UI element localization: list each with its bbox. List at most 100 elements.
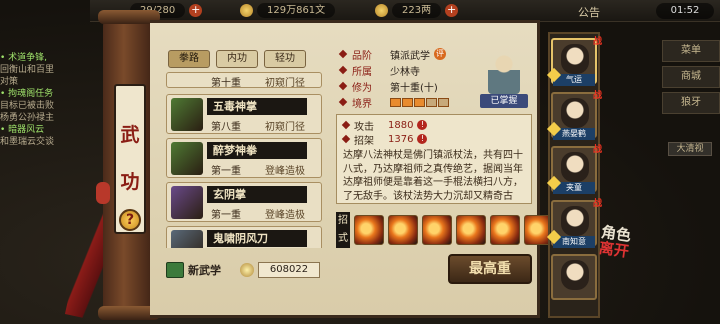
skill-name: 五毒神掌 bbox=[207, 98, 307, 115]
skill-realm: 初窥门径 bbox=[265, 122, 305, 133]
new-skill-label: 新武学 bbox=[188, 264, 221, 277]
school-value: 少林寺 bbox=[390, 66, 420, 78]
alert-icon[interactable]: ! bbox=[417, 120, 428, 130]
realm-segment bbox=[402, 97, 413, 107]
skill-realm: 登峰造极 bbox=[265, 210, 305, 221]
skill-description: 达摩八法神杖是佛门镇派杖法，共有四十八式，乃达摩祖师之真传绝艺，据闻当年达摩祖师… bbox=[343, 150, 523, 202]
move-icon[interactable] bbox=[422, 215, 452, 245]
battle-tag: 战 bbox=[592, 37, 602, 47]
character-face bbox=[561, 260, 589, 290]
diamond-icon bbox=[341, 134, 351, 144]
points-value: 608022 bbox=[258, 262, 320, 278]
character-avatar[interactable]: 夹童战 bbox=[546, 145, 602, 194]
skill-row[interactable]: 第十重 初窥门径 bbox=[166, 72, 322, 89]
quest-detail: 和墨瑞云交谈 bbox=[0, 137, 55, 147]
skill-row[interactable]: 五毒神掌第八重 初窥门径 bbox=[166, 94, 322, 134]
quest-heading[interactable]: • 拘魂阁任务 bbox=[0, 88, 92, 100]
skill-name: 玄阴掌 bbox=[207, 186, 307, 203]
battle-tag: 战 bbox=[592, 91, 602, 101]
stats-box: 攻击 1880! 招架 1376! 达摩八法神杖是佛门镇派杖法，共有四十八式，乃达摩祖… bbox=[336, 114, 532, 204]
silver-value: 223两 bbox=[392, 3, 442, 18]
moves-label: 招式 bbox=[336, 212, 350, 248]
skill-book-icon bbox=[171, 186, 203, 219]
stats-list: 攻击 1880! 招架 1376! bbox=[341, 118, 525, 147]
character-roster: 气运战燕晏鹤战夹童战南知意战 bbox=[546, 32, 602, 318]
realm-meter bbox=[390, 97, 449, 107]
skill-list[interactable]: 第十重 初窥门径 五毒神掌 第八重 初窥门径 醉梦神拳 第一重 登峰造极 玄阴掌 第一重 登峰造极鬼… bbox=[166, 72, 322, 248]
move-icon[interactable] bbox=[456, 215, 486, 245]
school-key: 所属 bbox=[352, 66, 372, 78]
quest-tracker[interactable]: • 术道争锋, 回衡山和百里 对策 • 拘魂阁任务 目标已被击败 杨勇公孙禄主 • 暗器风云… bbox=[0, 52, 92, 148]
skill-row[interactable]: 鬼啸阴风刀第一重初窥门径 bbox=[166, 226, 322, 248]
grade-badge[interactable]: 评 bbox=[434, 48, 446, 60]
skill-book-icon bbox=[171, 230, 203, 248]
help-icon[interactable]: ? bbox=[119, 209, 141, 231]
master-portrait: 已掌握 bbox=[476, 52, 532, 108]
character-face bbox=[561, 152, 589, 182]
skill-name: 鬼啸阴风刀 bbox=[207, 230, 307, 247]
cultivation-key: 修为 bbox=[352, 82, 372, 94]
realm-segment bbox=[438, 97, 449, 107]
add-silver-button[interactable]: + bbox=[445, 4, 459, 17]
grade-value: 镇派武学 bbox=[390, 50, 430, 62]
skill-row[interactable]: 玄阴掌第一重 登峰造极 bbox=[166, 182, 322, 222]
panel-title-char-2: 功 bbox=[120, 171, 140, 193]
points-icon bbox=[240, 263, 254, 277]
diamond-icon bbox=[338, 81, 348, 91]
announcement-button[interactable]: 公告 bbox=[578, 4, 600, 20]
character-avatar[interactable] bbox=[551, 254, 597, 300]
alert-icon[interactable]: ! bbox=[417, 134, 428, 144]
move-icon[interactable] bbox=[388, 215, 418, 245]
skill-level: 第八重 bbox=[211, 122, 241, 133]
diamond-icon bbox=[341, 120, 351, 130]
book-icon bbox=[166, 262, 184, 278]
money-value: 129万861文 bbox=[257, 3, 336, 18]
diamond-icon bbox=[338, 97, 348, 107]
character-avatar[interactable]: 燕晏鹤战 bbox=[546, 91, 602, 140]
skill-realm: 初窥门径 bbox=[265, 78, 305, 89]
stat-value: 1376 bbox=[388, 133, 414, 145]
right-menu-item[interactable]: 狼牙 bbox=[662, 92, 720, 114]
character-face bbox=[561, 206, 589, 236]
tab-1[interactable]: 内功 bbox=[216, 50, 258, 68]
coin-icon bbox=[240, 4, 253, 17]
skill-level: 第一重 bbox=[211, 166, 241, 177]
tab-2[interactable]: 轻功 bbox=[264, 50, 306, 68]
right-side-menu: 菜单 商城 狼牙 bbox=[662, 40, 720, 118]
panel-title-char-1: 武 bbox=[120, 124, 140, 146]
silver-resource: 223两 + bbox=[375, 3, 459, 18]
skill-category-tabs: 拳路 内功 轻功 bbox=[168, 50, 306, 68]
add-stamina-button[interactable]: + bbox=[189, 4, 203, 17]
tassel-knot bbox=[96, 182, 110, 204]
skill-moves: 招式 bbox=[336, 212, 554, 248]
skill-realm: 登峰造极 bbox=[265, 166, 305, 177]
portrait-caption: 已掌握 bbox=[480, 94, 528, 108]
battle-tag: 战 bbox=[592, 199, 602, 209]
realm-segment bbox=[390, 97, 401, 107]
stat-row: 攻击 1880! bbox=[341, 118, 525, 133]
top-resource-bar: 29/280 + 129万861文 223两 + 公告 bbox=[90, 0, 720, 22]
quest-detail: 杨勇公孙禄主 bbox=[0, 113, 55, 123]
new-skill-button[interactable]: 新武学 bbox=[166, 262, 221, 278]
quest-heading[interactable]: • 暗器风云 bbox=[0, 124, 92, 136]
move-icon[interactable] bbox=[490, 215, 520, 245]
max-level-button[interactable]: 最高重 bbox=[448, 254, 532, 284]
quest-heading[interactable]: • 术道争锋, bbox=[0, 52, 92, 64]
stat-key: 攻击 bbox=[354, 121, 374, 133]
role-leave-tag[interactable]: 角色 离开 bbox=[598, 223, 634, 261]
silver-icon bbox=[375, 4, 388, 17]
character-avatar[interactable]: 南知意战 bbox=[546, 199, 602, 248]
tab-0[interactable]: 拳路 bbox=[168, 50, 210, 68]
battle-tag: 战 bbox=[592, 145, 602, 155]
move-icon[interactable] bbox=[354, 215, 384, 245]
skill-level: 第一重 bbox=[211, 210, 241, 221]
skill-row[interactable]: 醉梦神拳 第一重 登峰造极 bbox=[166, 138, 322, 178]
character-avatar[interactable]: 气运战 bbox=[546, 37, 602, 86]
skill-level: 第十重 bbox=[211, 78, 241, 89]
right-menu-item[interactable]: 菜单 bbox=[662, 40, 720, 62]
diamond-icon bbox=[338, 65, 348, 75]
chat-button[interactable]: 大清视 bbox=[668, 142, 712, 156]
right-menu-item[interactable]: 商城 bbox=[662, 66, 720, 88]
stat-row: 招架 1376! bbox=[341, 132, 525, 147]
skill-points: 608022 bbox=[240, 262, 320, 278]
